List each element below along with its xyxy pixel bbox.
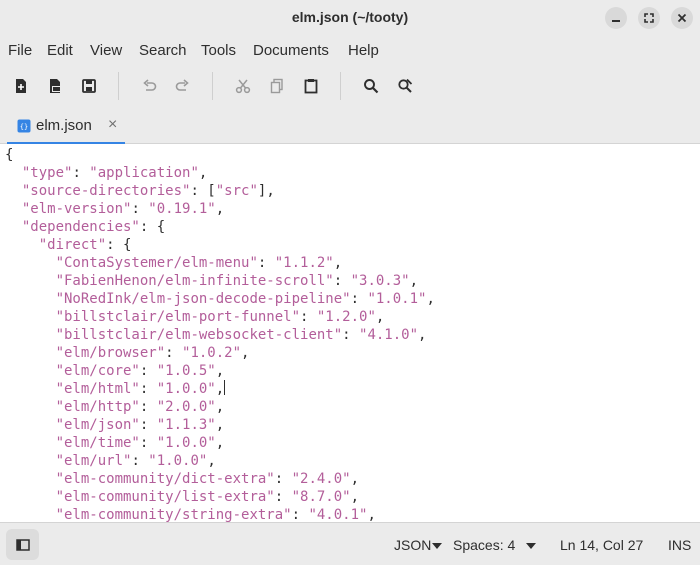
redo-button[interactable] — [171, 75, 193, 97]
menu-file[interactable]: File — [8, 42, 32, 59]
code-line: "elm/browser": "1.0.2", — [55, 345, 250, 361]
code-line: "ContaSystemer/elm-menu": "1.1.2", — [55, 255, 343, 271]
toolbar-separator — [212, 72, 213, 100]
code-line: "direct": { — [38, 237, 132, 253]
copy-button[interactable] — [266, 75, 288, 97]
code-line: "elm/time": "1.0.0", — [55, 435, 225, 451]
tab-bar: {} elm.json × — [0, 108, 700, 145]
save-icon — [82, 79, 96, 93]
code-line: { — [5, 147, 14, 163]
close-window-button[interactable] — [671, 7, 693, 29]
code-line: "elm-community/list-extra": "8.7.0", — [55, 489, 360, 505]
code-line: "billstclair/elm-websocket-client": "4.1… — [55, 327, 427, 343]
menu-documents[interactable]: Documents — [253, 42, 329, 59]
tab-close-button[interactable]: × — [108, 116, 117, 134]
copy-icon — [270, 78, 283, 94]
code-line: "source-directories": ["src"], — [21, 183, 275, 199]
search-icon — [364, 79, 379, 94]
json-file-icon: {} — [17, 119, 31, 133]
sidebar-icon — [15, 538, 30, 551]
indentation-selector[interactable]: Spaces: 4 — [453, 537, 515, 553]
save-button[interactable] — [78, 75, 100, 97]
redo-icon — [175, 79, 189, 91]
chevron-down-icon — [526, 543, 536, 549]
paste-button[interactable] — [300, 75, 322, 97]
code-line: "elm/url": "1.0.0", — [55, 453, 216, 469]
chevron-down-icon — [432, 543, 442, 549]
new-document-icon — [16, 79, 26, 93]
toolbar-separator — [340, 72, 341, 100]
insert-mode: INS — [668, 537, 692, 553]
search-replace-button[interactable] — [394, 75, 416, 97]
code-editor[interactable]: { "type": "application", "source-directo… — [0, 144, 700, 522]
code-line: "elm-version": "0.19.1", — [21, 201, 225, 217]
code-line: "elm-community/dict-extra": "2.4.0", — [55, 471, 360, 487]
code-line: "FabienHenon/elm-infinite-scroll": "3.0.… — [55, 273, 419, 289]
code-line: "elm/http": "2.0.0", — [55, 399, 225, 415]
sidebar-toggle-button[interactable] — [6, 529, 39, 560]
text-cursor — [224, 380, 226, 395]
code-line: "elm-community/string-extra": "4.0.1", — [55, 507, 376, 522]
tab-label: elm.json — [36, 117, 92, 134]
svg-text:{}: {} — [20, 123, 28, 131]
menu-help[interactable]: Help — [348, 42, 379, 59]
window-title: elm.json (~/tooty) — [291, 9, 409, 25]
cursor-position[interactable]: Ln 14, Col 27 — [560, 537, 643, 553]
paste-icon — [304, 79, 318, 94]
search-replace-icon — [398, 78, 413, 93]
code-line: "type": "application", — [21, 165, 208, 181]
title-bar: elm.json (~/tooty) — [0, 0, 700, 36]
restore-icon — [644, 13, 654, 23]
code-line: "elm/core": "1.0.5", — [55, 363, 225, 379]
code-line: "dependencies": { — [21, 219, 166, 235]
menu-view[interactable]: View — [90, 42, 122, 59]
undo-button[interactable] — [139, 75, 161, 97]
new-document-button[interactable] — [10, 75, 32, 97]
open-icon — [50, 79, 61, 93]
menu-tools[interactable]: Tools — [201, 42, 236, 59]
toolbar — [0, 64, 700, 108]
status-bar: JSON Spaces: 4 Ln 14, Col 27 INS — [0, 522, 700, 565]
code-line: "elm/html": "1.0.0", — [55, 380, 226, 397]
code-line: "billstclair/elm-port-funnel": "1.2.0", — [55, 309, 385, 325]
open-button[interactable] — [44, 75, 66, 97]
close-icon — [677, 13, 687, 23]
minimize-icon — [612, 20, 620, 22]
menu-edit[interactable]: Edit — [47, 42, 73, 59]
menu-bar: File Edit View Search Tools Documents He… — [0, 36, 700, 64]
search-button[interactable] — [360, 75, 382, 97]
language-selector[interactable]: JSON — [394, 537, 431, 553]
minimize-button[interactable] — [605, 7, 627, 29]
menu-search[interactable]: Search — [139, 42, 187, 59]
code-line: "NoRedInk/elm-json-decode-pipeline": "1.… — [55, 291, 435, 307]
tab-elm-json[interactable]: {} elm.json × — [7, 108, 127, 145]
code-line: "elm/json": "1.1.3", — [55, 417, 225, 433]
cut-button[interactable] — [232, 75, 254, 97]
cut-icon — [235, 79, 251, 94]
toolbar-separator — [118, 72, 119, 100]
maximize-button[interactable] — [638, 7, 660, 29]
undo-icon — [143, 79, 157, 91]
